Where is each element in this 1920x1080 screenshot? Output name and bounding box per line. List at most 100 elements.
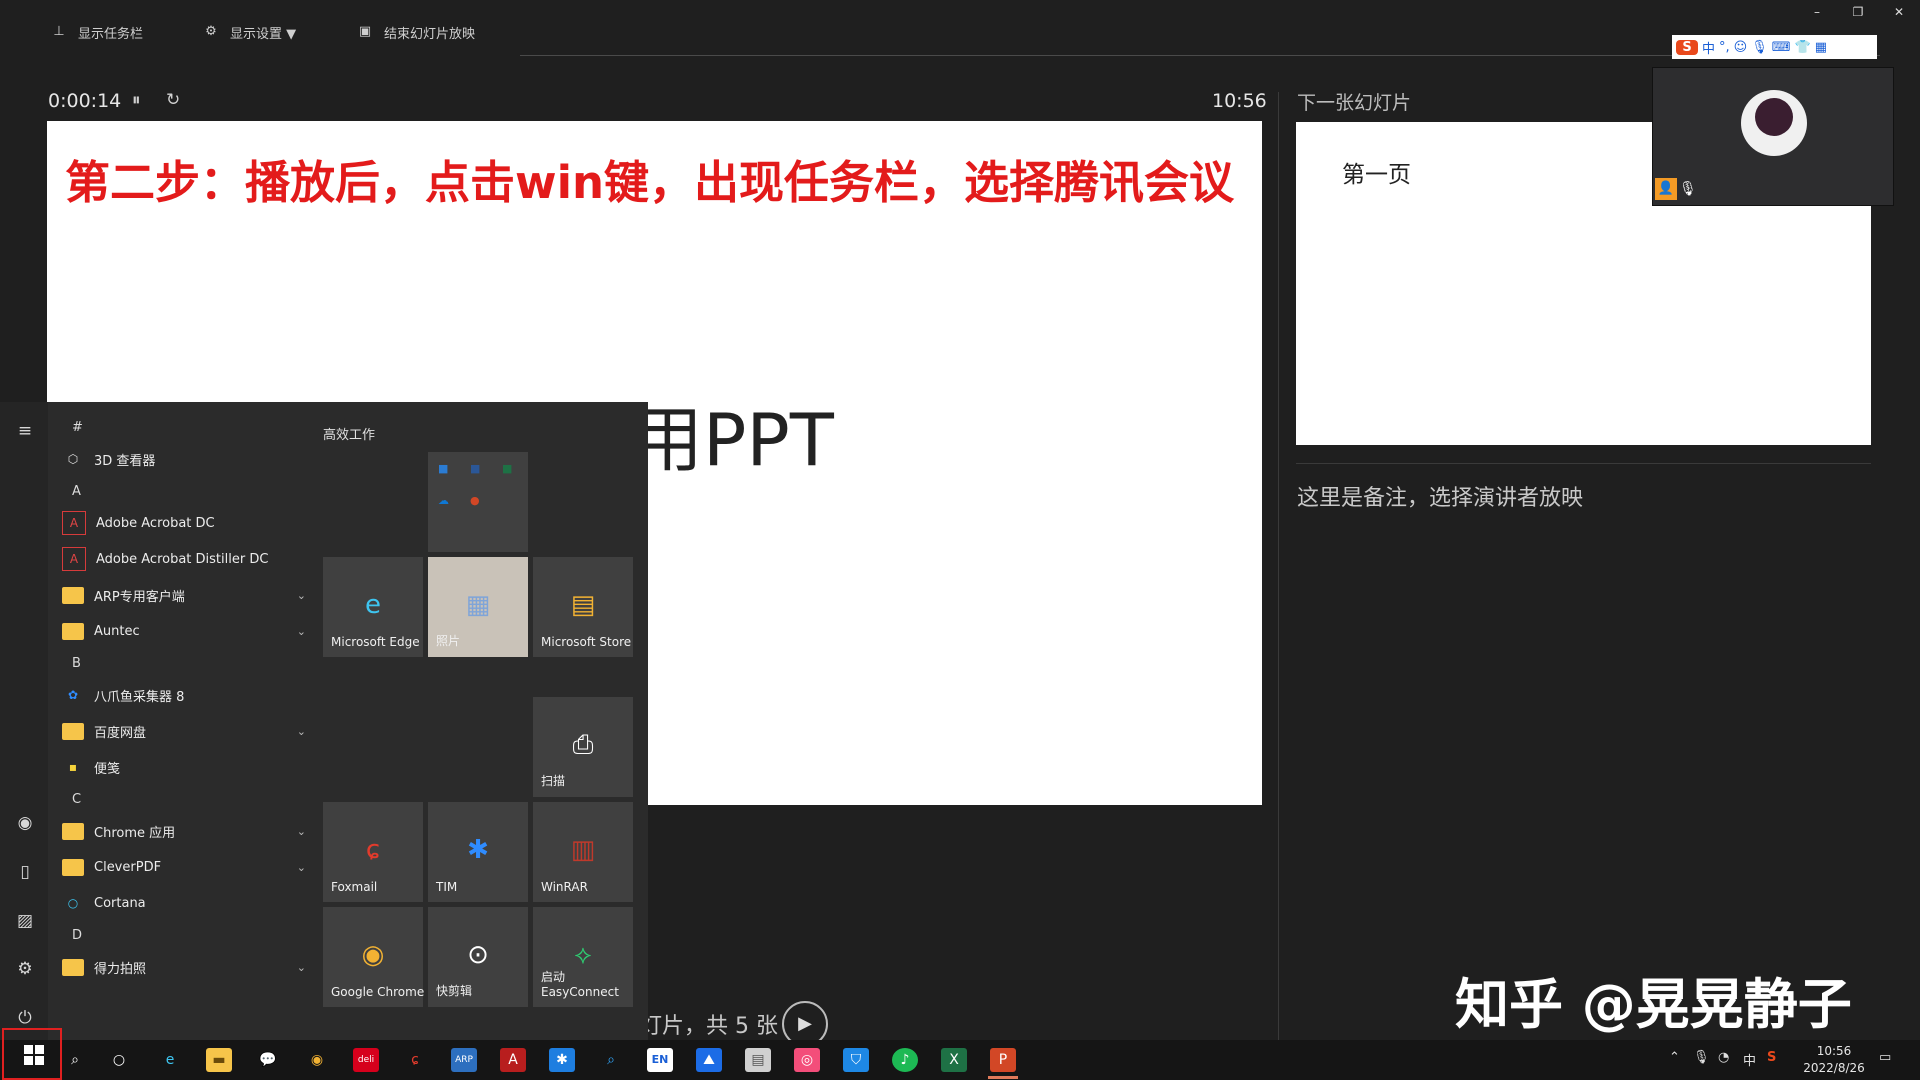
start-button[interactable] [2, 1028, 62, 1080]
toolbox-icon[interactable]: ▦ [1815, 40, 1827, 55]
end-slideshow-label: 结束幻灯片放映 [384, 26, 476, 42]
wechat-icon[interactable]: 💬 [255, 1048, 281, 1072]
app-tile[interactable]: ɕ Foxmail [323, 802, 423, 902]
display-settings-label: 显示设置 ▼ [230, 26, 297, 42]
app-tile-label: 启动 EasyConnect [541, 970, 619, 999]
network-icon[interactable]: ◔ [1718, 1050, 1729, 1065]
ime-lang-toggle[interactable]: 中 [1702, 38, 1715, 57]
mic-icon[interactable]: 🎙 [1679, 178, 1697, 200]
taskbar-clock[interactable]: 10:56 2022/8/26 [1799, 1043, 1869, 1077]
app-list-item-label: Cortana [94, 895, 146, 911]
start-menu: ≡ ◉ ▯ ▨ ⚙ ⏻ # ⬡ 3D 查看器 A A Adobe Acrobat DC A A… [0, 402, 648, 1040]
app-tile[interactable]: ▦ 照片 [428, 557, 528, 657]
app-tile[interactable]: ▤ Microsoft Store [533, 557, 633, 657]
app-list-item[interactable]: 得力拍照 ⌄ [62, 952, 310, 982]
sticky-note-icon: ▪ [68, 760, 78, 774]
show-taskbar-button[interactable]: ⊥ 显示任务栏 [50, 22, 143, 42]
taskbar-icon: ⊥ [53, 24, 65, 39]
powerpoint-taskbar-icon[interactable]: P [990, 1048, 1016, 1072]
folder-icon [62, 722, 84, 740]
settings-gear-icon[interactable]: ⚙ [14, 958, 36, 980]
pictures-icon[interactable]: ▨ [14, 910, 36, 932]
speaker-notes: 这里是备注，选择演讲者放映 [1297, 486, 1584, 511]
chevron-down-icon: ⌄ [296, 588, 306, 602]
tencent-meeting-icon[interactable]: ⛰ [696, 1048, 722, 1072]
en-input-icon[interactable]: EN [647, 1048, 673, 1072]
app-tile[interactable]: ◉ Google Chrome [323, 907, 424, 1007]
taskbar-time: 10:56 [1816, 1044, 1852, 1058]
search-app-icon[interactable]: ⌕ [598, 1048, 624, 1072]
hamburger-icon[interactable]: ≡ [14, 420, 36, 442]
pause-icon[interactable]: ⏸ [132, 90, 141, 110]
app-tile[interactable]: ⊙ 快剪辑 [428, 907, 528, 1007]
tim-taskbar-icon[interactable]: ✱ [549, 1048, 575, 1072]
ime-toolbar[interactable]: S 中 °, ☺ 🎙 ⌨ 👕 ▦ [1672, 35, 1877, 59]
app-list-letter-header[interactable]: A [72, 484, 81, 499]
acrobat-icon: A [62, 511, 86, 535]
edge-taskbar-icon[interactable]: e [157, 1048, 183, 1072]
app-tile[interactable]: ▥ WinRAR [533, 802, 633, 902]
deli-icon[interactable]: deli [353, 1048, 379, 1072]
keyboard-icon[interactable]: ⌨ [1772, 40, 1791, 55]
app-list-item-label: ARP专用客户端 [94, 589, 185, 605]
power-icon[interactable]: ⏻ [14, 1007, 36, 1029]
arp-icon[interactable]: ARP [451, 1048, 477, 1072]
tray-overflow-icon[interactable]: ⌃ [1669, 1050, 1680, 1065]
app-tile[interactable]: ⎙ 扫描 [533, 697, 633, 797]
screen-capture-icon[interactable]: ◎ [794, 1048, 820, 1072]
music-icon[interactable]: ♪ [892, 1048, 918, 1072]
app-list-item[interactable]: Auntec ⌄ [62, 616, 310, 646]
display-settings-button[interactable]: ⚙ 显示设置 ▼ [202, 22, 296, 42]
acrobat-taskbar-icon[interactable]: A [500, 1048, 526, 1072]
security-shield-icon[interactable]: ⛉ [843, 1048, 869, 1072]
app-tile[interactable]: ✱ TIM [428, 802, 528, 902]
restore-button[interactable]: ❐ [1843, 2, 1873, 22]
winrar-icon: ▥ [570, 835, 596, 865]
app-list-item[interactable]: Chrome 应用 ⌄ [62, 816, 310, 846]
app-list-item[interactable]: ○ Cortana [62, 888, 310, 918]
chrome-taskbar-icon[interactable]: ◉ [304, 1048, 330, 1072]
slide-counter: 灯片，共 5 张 [640, 1014, 778, 1039]
app-list-letter-header[interactable]: D [72, 928, 82, 943]
app-tile[interactable]: e Microsoft Edge [323, 557, 423, 657]
app-list-item[interactable]: CleverPDF ⌄ [62, 852, 310, 882]
app-list-item[interactable]: ▪ 便笺 [62, 752, 310, 782]
app-list-item[interactable]: ⬡ 3D 查看器 [62, 444, 310, 474]
user-icon[interactable]: ◉ [14, 812, 36, 834]
notification-center-icon[interactable]: ▭ [1879, 1050, 1891, 1065]
meeting-video-window[interactable]: 👤 🎙 [1652, 67, 1894, 206]
reset-timer-icon[interactable]: ↻ [166, 90, 180, 110]
app-list-item[interactable]: ARP专用客户端 ⌄ [62, 580, 310, 610]
voice-icon[interactable]: 🎙 [1751, 40, 1768, 55]
app-list-letter-header[interactable]: # [72, 420, 83, 435]
chevron-down-icon: ⌄ [296, 824, 306, 838]
next-slide-label: 下一张幻灯片 [1297, 92, 1412, 114]
office-folder-tile[interactable]: ■ ■ ■ ☁ ● [428, 452, 528, 552]
clipboard-app-icon[interactable]: ▤ [745, 1048, 771, 1072]
app-list-item[interactable]: A Adobe Acrobat Distiller DC [62, 544, 310, 574]
app-tile[interactable]: ⟡ 启动 EasyConnect [533, 907, 633, 1007]
file-explorer-icon[interactable]: ▬ [206, 1048, 232, 1072]
tray-mic-icon[interactable]: 🎙 [1693, 1050, 1710, 1065]
punctuation-icon[interactable]: °, [1719, 40, 1730, 55]
end-slideshow-button[interactable]: ▣ 结束幻灯片放映 [356, 22, 475, 42]
tray-lang-indicator[interactable]: 中 [1743, 1050, 1756, 1069]
next-slide-text: 第一页 [1342, 162, 1411, 188]
tray-sogou-icon[interactable]: S [1767, 1050, 1776, 1065]
app-list-item[interactable]: 百度网盘 ⌄ [62, 716, 310, 746]
emoji-icon[interactable]: ☺ [1734, 40, 1748, 55]
skin-icon[interactable]: 👕 [1795, 40, 1811, 55]
foxmail-taskbar-icon[interactable]: ɕ [402, 1048, 428, 1072]
app-list-letter-header[interactable]: C [72, 792, 81, 807]
close-button[interactable]: ✕ [1884, 2, 1914, 22]
sogou-logo-icon[interactable]: S [1676, 39, 1698, 55]
documents-icon[interactable]: ▯ [14, 861, 36, 883]
cortana-circle-icon[interactable]: ○ [106, 1048, 132, 1072]
minimize-button[interactable]: – [1802, 2, 1832, 22]
app-list-letter-header[interactable]: B [72, 656, 81, 671]
start-rail: ≡ ◉ ▯ ▨ ⚙ ⏻ [0, 402, 48, 1040]
excel-taskbar-icon[interactable]: X [941, 1048, 967, 1072]
app-list-item[interactable]: ✿ 八爪鱼采集器 8 [62, 680, 310, 710]
search-icon[interactable]: ⌕ [62, 1048, 88, 1072]
app-list-item[interactable]: A Adobe Acrobat DC [62, 508, 310, 538]
